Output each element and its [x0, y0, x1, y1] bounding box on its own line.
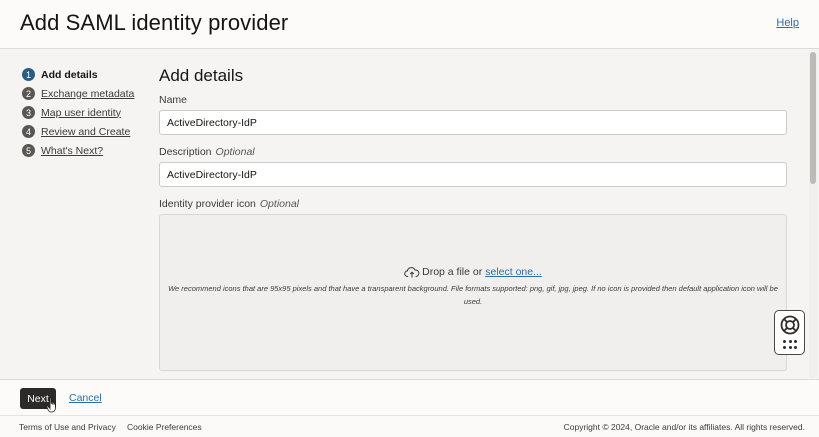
step-label: Map user identity	[41, 106, 121, 119]
terms-link[interactable]: Terms of Use and Privacy	[19, 422, 116, 432]
page-title: Add SAML identity provider	[20, 10, 289, 35]
icon-dropzone[interactable]: Drop a file or select one... We recommen…	[159, 214, 787, 371]
optional-tag: Optional	[215, 146, 255, 158]
step-label: What's Next?	[41, 144, 104, 157]
optional-tag: Optional	[259, 198, 299, 210]
select-file-link[interactable]: select one...	[485, 266, 542, 278]
help-widget[interactable]	[774, 310, 805, 355]
action-bar: Next Cancel	[0, 379, 819, 415]
details-form: Add details Name DescriptionOptional Ide…	[159, 66, 787, 371]
section-title: Add details	[159, 66, 244, 85]
step-add-details[interactable]: 1 Add details	[22, 65, 147, 84]
help-link[interactable]: Help	[776, 17, 799, 29]
step-number: 1	[22, 68, 35, 81]
icon-label: Identity provider icon Optional	[159, 198, 299, 210]
step-number: 2	[22, 87, 35, 100]
grid-dots-icon	[783, 340, 797, 350]
name-input[interactable]	[159, 110, 787, 135]
cancel-link[interactable]: Cancel	[69, 392, 102, 404]
cloud-upload-icon	[404, 267, 420, 278]
description-input[interactable]	[159, 162, 787, 187]
wizard-body: 1 Add details 2 Exchange metadata 3 Map …	[0, 49, 819, 379]
step-number: 3	[22, 106, 35, 119]
name-label: Name	[159, 94, 188, 106]
icon-hint: We recommend icons that are 95x95 pixels…	[168, 284, 778, 306]
copyright-text: Copyright © 2024, Oracle and/or its affi…	[563, 422, 805, 432]
step-exchange-metadata[interactable]: 2 Exchange metadata	[22, 84, 147, 103]
description-label: Description Optional	[159, 146, 255, 158]
drop-line: Drop a file or select one...	[160, 266, 786, 278]
step-whats-next[interactable]: 5 What's Next?	[22, 141, 147, 160]
step-number: 4	[22, 125, 35, 138]
step-map-user-identity[interactable]: 3 Map user identity	[22, 103, 147, 122]
scrollbar-thumb[interactable]	[810, 52, 816, 184]
step-label: Exchange metadata	[41, 87, 135, 100]
scrollbar[interactable]	[809, 52, 817, 378]
step-review-and-create[interactable]: 4 Review and Create	[22, 122, 147, 141]
wizard-steps: 1 Add details 2 Exchange metadata 3 Map …	[22, 65, 147, 160]
hand-cursor-icon	[46, 397, 56, 413]
legal-footer: Terms of Use and Privacy Cookie Preferen…	[0, 415, 819, 437]
drop-text: Drop a file or	[422, 266, 483, 278]
step-label: Add details	[41, 68, 98, 81]
page-header: Add SAML identity provider Help	[0, 0, 819, 49]
lifebuoy-icon	[780, 315, 800, 335]
step-label: Review and Create	[41, 125, 131, 138]
cookie-preferences-link[interactable]: Cookie Preferences	[127, 422, 202, 432]
step-number: 5	[22, 144, 35, 157]
